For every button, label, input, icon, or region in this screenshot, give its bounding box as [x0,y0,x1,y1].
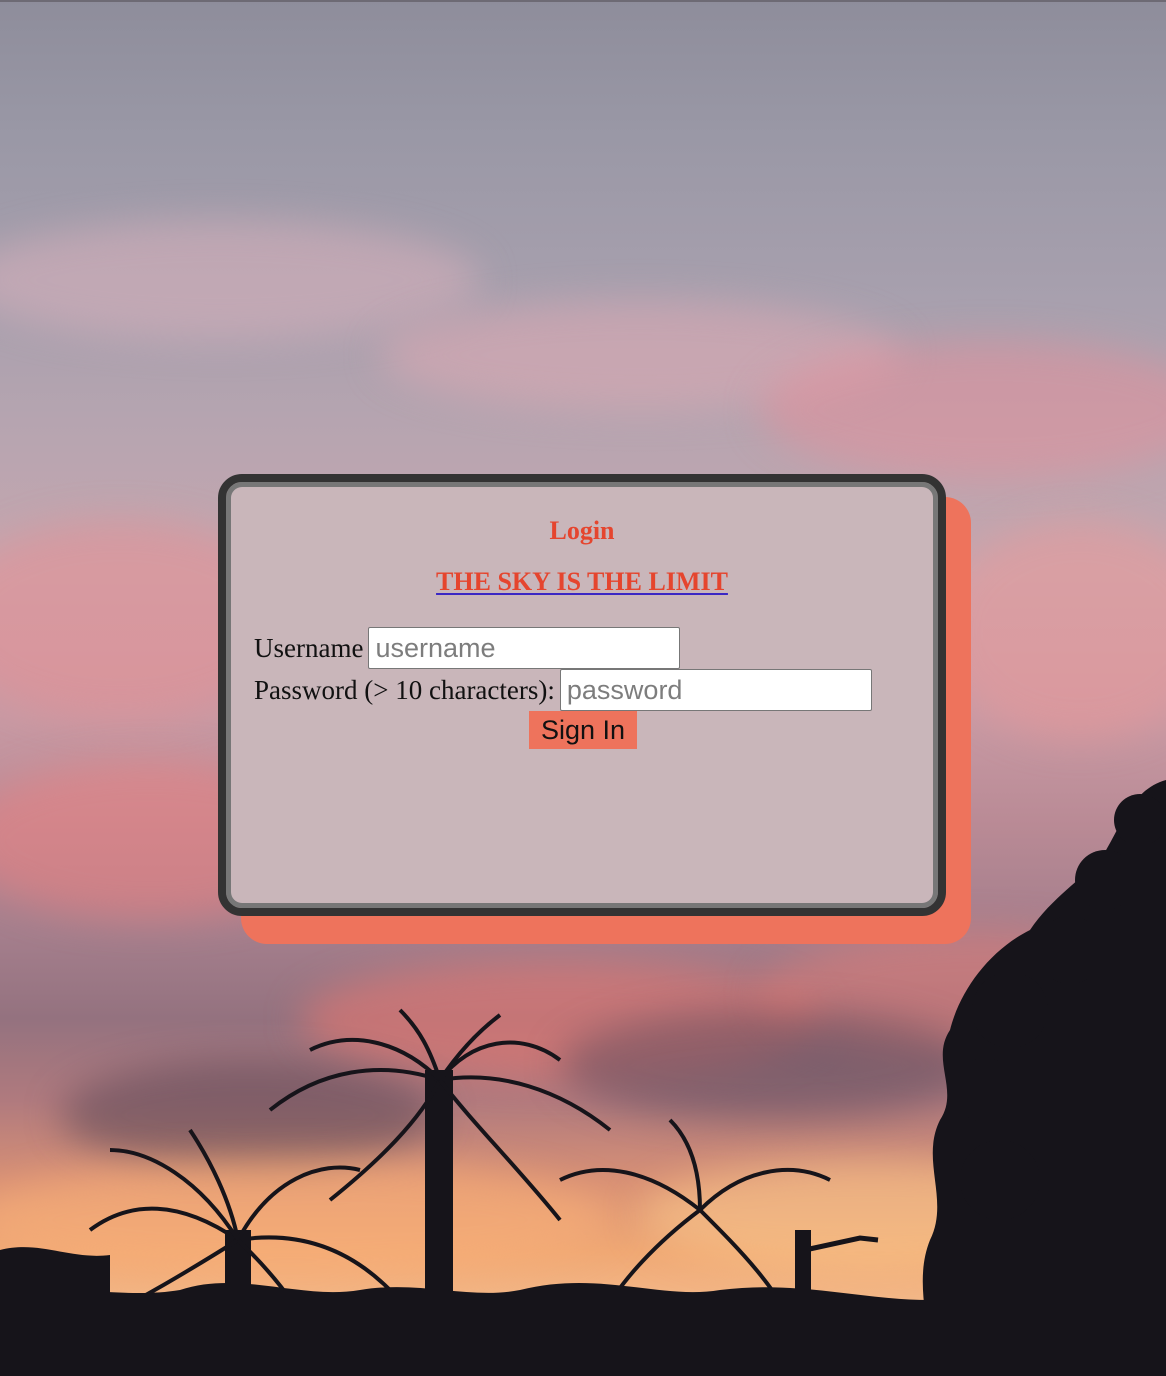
username-input[interactable] [368,627,681,669]
password-row: Password (> 10 characters): [254,669,872,711]
sign-in-button[interactable]: Sign In [529,711,637,749]
username-row: Username [254,627,681,669]
password-input[interactable] [559,669,872,711]
username-label: Username [254,632,364,663]
password-label: Password (> 10 characters): [254,674,555,705]
sky-is-the-limit-link[interactable]: THE SKY IS THE LIMIT [436,567,728,596]
login-card: Login THE SKY IS THE LIMIT Username Pass… [218,474,946,916]
window-top-edge [0,0,1166,2]
tagline-link-wrapper: THE SKY IS THE LIMIT [226,567,938,597]
login-title: Login [549,516,615,545]
